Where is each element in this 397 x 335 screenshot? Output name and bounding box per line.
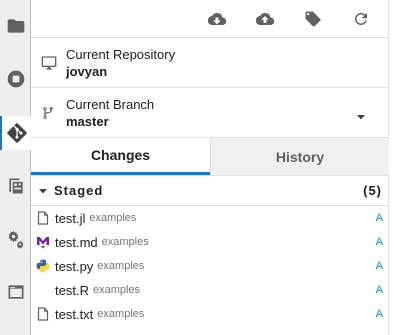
tab-changes[interactable]: Changes bbox=[31, 138, 210, 175]
tab-history[interactable]: History bbox=[210, 138, 389, 175]
stop-circle-icon bbox=[7, 70, 24, 88]
file-status: A bbox=[375, 284, 383, 296]
refresh-icon bbox=[354, 12, 367, 25]
file-path: examples bbox=[97, 308, 145, 320]
tag-icon bbox=[305, 11, 321, 26]
file-status: A bbox=[375, 308, 383, 320]
branch-icon bbox=[42, 106, 53, 119]
tag-button[interactable] bbox=[300, 6, 326, 32]
file-icon bbox=[36, 211, 50, 225]
file-name: test.txt bbox=[55, 306, 94, 322]
gears-icon bbox=[8, 230, 23, 249]
file-path: examples bbox=[101, 236, 149, 248]
staged-section-header[interactable]: Staged (5) bbox=[31, 176, 388, 206]
staged-count: (5) bbox=[363, 183, 382, 198]
git-icon bbox=[7, 123, 27, 143]
file-name: test.R bbox=[55, 282, 89, 298]
push-button[interactable] bbox=[252, 6, 278, 32]
branch-name: master bbox=[66, 113, 109, 129]
desktop-icon bbox=[41, 55, 56, 70]
file-path: examples bbox=[92, 284, 141, 296]
file-row[interactable]: test.txt examples A bbox=[31, 302, 388, 326]
staged-file-list: test.jl examples A test.md examples A te… bbox=[31, 206, 388, 326]
cloud-download-icon bbox=[208, 12, 226, 25]
tab-icon bbox=[8, 285, 23, 299]
file-name: test.jl bbox=[55, 210, 86, 226]
git-panel: Current Repository jovyan Current Branch… bbox=[31, 0, 389, 335]
file-icon bbox=[36, 307, 50, 321]
file-path: examples bbox=[89, 212, 137, 224]
folder-icon bbox=[7, 19, 24, 33]
blank-file-icon bbox=[36, 283, 50, 297]
file-row[interactable]: test.jl examples A bbox=[31, 206, 388, 230]
current-branch[interactable]: Current Branch master bbox=[31, 88, 388, 138]
markdown-icon bbox=[36, 235, 50, 249]
git-toolbar bbox=[31, 0, 388, 38]
git-tab[interactable] bbox=[0, 116, 32, 150]
cloud-upload-icon bbox=[256, 12, 274, 25]
commands-tab[interactable] bbox=[0, 169, 31, 203]
branch-label: Current Branch bbox=[66, 96, 155, 112]
file-name: test.py bbox=[55, 258, 94, 274]
file-browser-tab[interactable] bbox=[0, 9, 31, 43]
changes-history-tabs: Changes History bbox=[31, 138, 389, 176]
activity-bar bbox=[0, 0, 32, 335]
caret-down-icon bbox=[39, 187, 49, 195]
file-row[interactable]: test.R examples A bbox=[31, 278, 388, 302]
file-name: test.md bbox=[55, 234, 98, 250]
chevron-down-icon[interactable] bbox=[356, 109, 366, 120]
file-status: A bbox=[375, 212, 383, 224]
file-row[interactable]: test.md examples A bbox=[31, 230, 388, 254]
file-path: examples bbox=[97, 260, 145, 272]
running-tab[interactable] bbox=[0, 62, 31, 96]
file-status: A bbox=[375, 260, 383, 272]
tabs-tab[interactable] bbox=[0, 275, 31, 309]
pull-button[interactable] bbox=[204, 6, 230, 32]
repository-name: jovyan bbox=[66, 63, 108, 79]
current-repository[interactable]: Current Repository jovyan bbox=[31, 38, 388, 88]
property-inspector-tab[interactable] bbox=[0, 222, 31, 256]
file-status: A bbox=[375, 236, 383, 248]
staged-title: Staged bbox=[54, 183, 104, 198]
palette-icon bbox=[8, 178, 23, 194]
repository-label: Current Repository bbox=[66, 46, 176, 62]
file-row[interactable]: test.py examples A bbox=[31, 254, 388, 278]
refresh-button[interactable] bbox=[348, 6, 374, 32]
python-icon bbox=[36, 259, 50, 273]
